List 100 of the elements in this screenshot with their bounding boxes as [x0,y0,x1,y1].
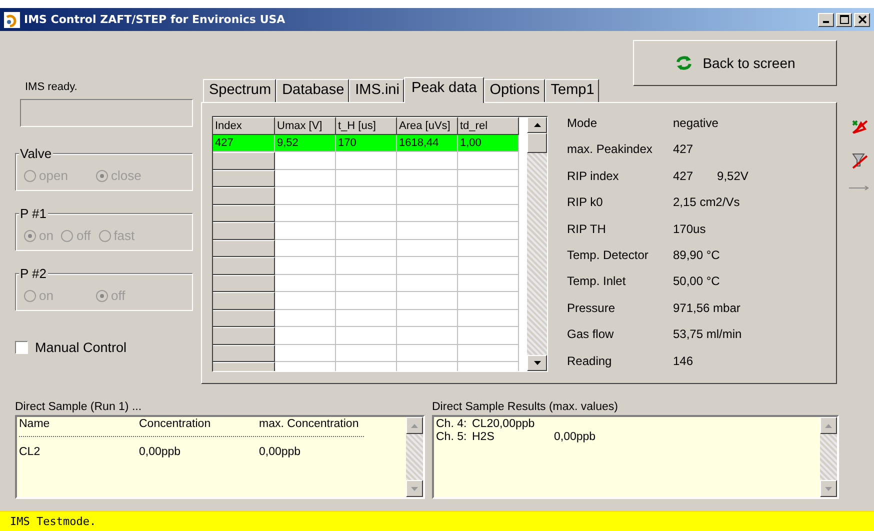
group-title: P #2 [19,266,48,281]
group-title: P #1 [19,206,48,221]
row-header[interactable] [213,274,275,292]
table-cell: 427 [213,134,275,152]
table-cell [336,257,397,274]
back-to-screen-button[interactable]: Back to screen [633,40,837,86]
info-value: negative [673,116,718,130]
row-header[interactable] [213,240,275,257]
crossed-funnel-icon[interactable] [850,151,868,169]
scrollbar[interactable] [820,417,837,497]
tab[interactable]: Database [276,79,350,102]
info-value: 146 [673,354,694,368]
row-header[interactable] [213,204,275,222]
scroll-down-icon [825,486,832,490]
table-cell [397,344,458,362]
refresh-icon [674,55,693,71]
info-value: 971,56 mbar [673,300,740,315]
list-header: Name [19,418,51,432]
table-cell [275,187,336,204]
table-cell [336,222,397,240]
table-cell [336,274,397,292]
table-cell [397,274,458,292]
table-cell [336,170,397,187]
row-header[interactable] [213,257,275,274]
table-cell [397,170,458,187]
scroll-thumb[interactable] [527,133,547,153]
info-value: 89,90 °C [673,248,720,262]
tab[interactable]: Spectrum [203,79,276,102]
channel-label: Ch. 4: [436,418,468,431]
table-cell [397,222,458,240]
table-cell [397,310,458,327]
table-cell [336,187,397,204]
table-cell [275,310,336,327]
column-header: Area [uVs] [397,117,458,134]
scroll-up-icon [534,123,541,127]
row-header[interactable] [213,310,275,327]
table-cell [458,310,519,327]
row-header[interactable] [213,344,275,362]
checkbox[interactable] [15,341,28,354]
tab[interactable]: Peak data [404,77,484,103]
table-cell [458,257,519,274]
table-cell [397,204,458,222]
maximize-icon [840,15,848,24]
info-label: RIP TH [567,222,607,236]
column-header: td_rel [458,117,519,134]
table-cell [275,292,336,310]
row-header[interactable] [213,187,275,204]
table-cell [275,222,336,240]
table-cell [458,344,519,362]
info-value: 53,75 ml/min [673,327,742,342]
info-value: 170us [673,222,706,236]
table-cell [458,170,519,187]
maximize-button[interactable] [836,12,852,26]
row-header[interactable] [213,222,275,240]
scroll-up-icon [411,424,418,428]
minimize-button[interactable] [818,12,834,26]
row-header[interactable] [213,152,275,170]
info-value: 427 [673,142,694,156]
row-header[interactable] [213,292,275,310]
table-cell [275,344,336,362]
scroll-down-icon [411,486,418,490]
result-value: 0,00ppb [554,431,596,444]
info-label: RIP k0 [567,195,604,210]
table-cell [275,274,336,292]
table-cell [458,187,519,204]
list-cell-text: 0,00ppb [139,446,182,460]
table-cell [336,152,397,170]
info-label: RIP index [567,168,620,183]
table-cell: 1618,44 [397,134,458,152]
list-cell-text: CL2 [19,446,42,460]
table-cell [397,152,458,170]
table-cell [275,327,336,344]
table-cell [397,257,458,274]
info-value: 9,52V [717,168,748,183]
table-cell [275,240,336,257]
table-cell [397,187,458,204]
scroll-down-icon [534,361,541,365]
row-header[interactable] [213,327,275,344]
row-header[interactable] [213,170,275,187]
info-label: Gas flow [567,327,615,342]
tab[interactable]: Options [484,79,545,102]
close-icon [858,15,866,24]
column-header: Umax [V] [275,117,336,134]
table-row[interactable]: 427 9,52 170 1618,44 1,00 [213,134,524,152]
scrollbar[interactable] [527,117,547,371]
table-cell: 170 [336,134,397,152]
table-cell [397,292,458,310]
table-cell [458,152,519,170]
info-label: Pressure [567,300,616,315]
table-cell [458,204,519,222]
table-cell [336,310,397,327]
list-cell: 0,00ppb [259,446,301,460]
close-button[interactable] [854,12,870,26]
info-value: 427 [673,168,694,183]
checkbox-label: Manual Control [35,340,127,355]
table-cell [336,240,397,257]
status-label: IMS ready. [25,81,78,93]
table-cell [336,327,397,344]
scrollbar[interactable] [406,417,423,497]
tab[interactable]: Temp1 [544,79,600,102]
